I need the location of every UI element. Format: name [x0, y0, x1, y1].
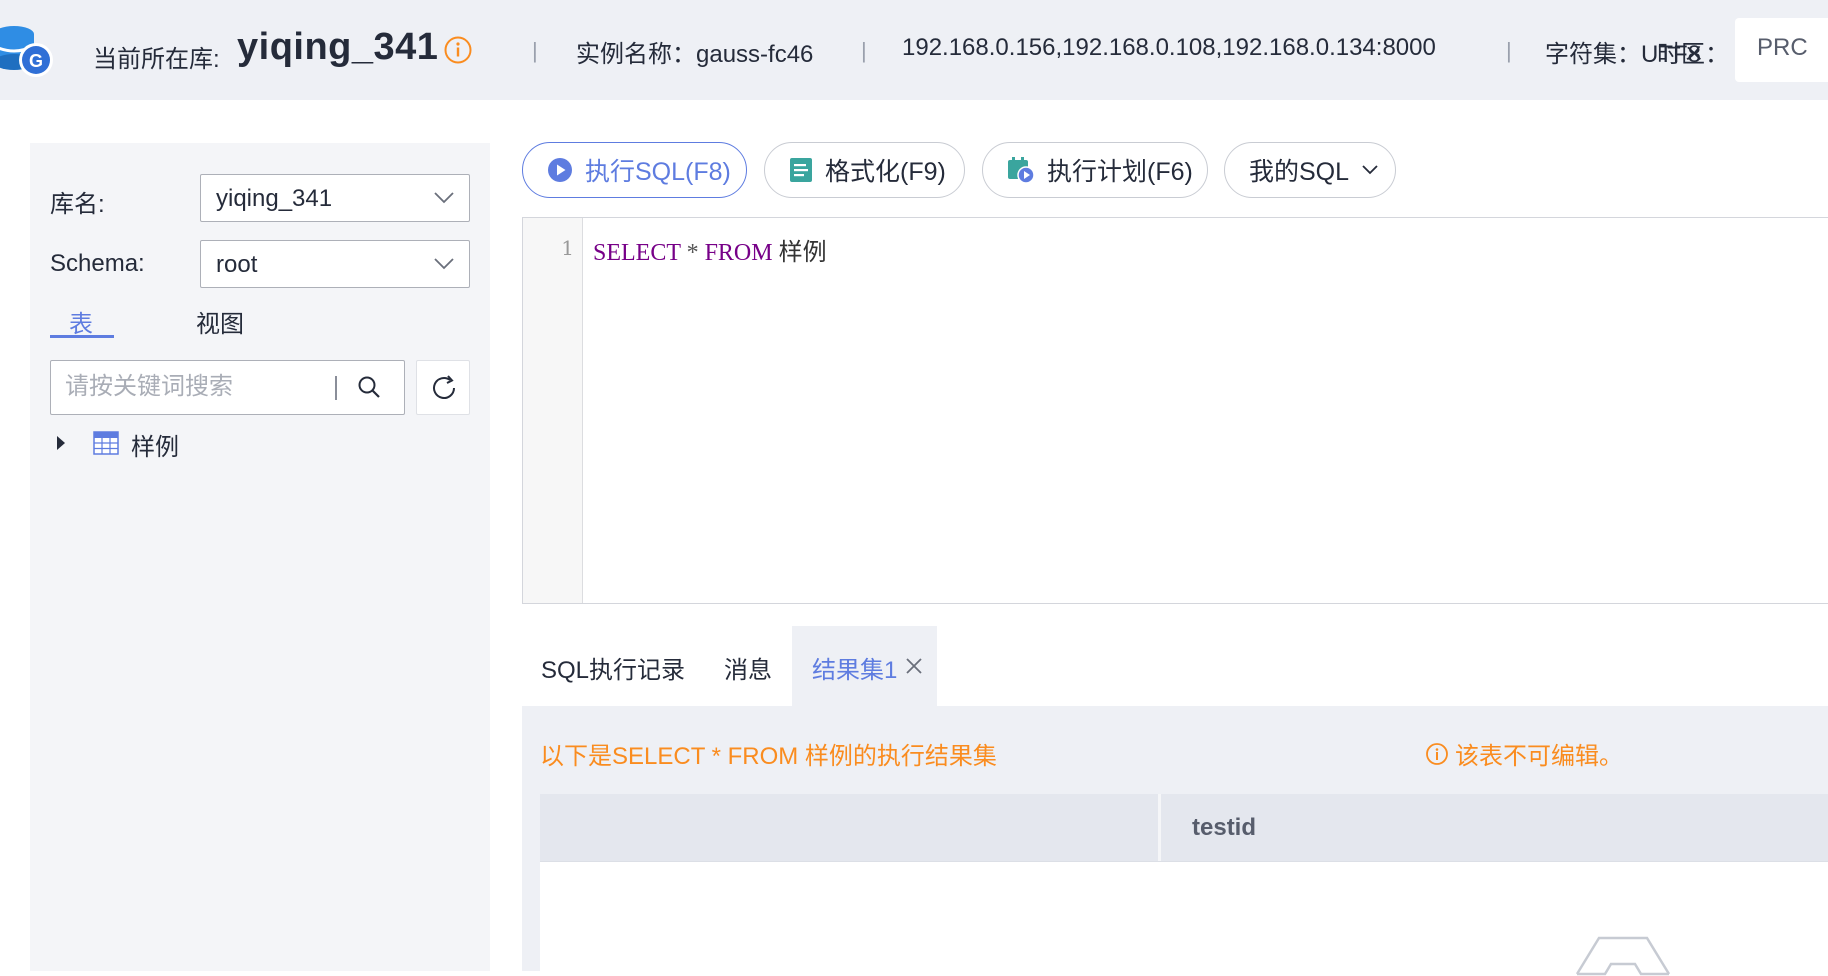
current-db-label: 当前所在库:	[93, 46, 220, 73]
sql-editor[interactable]: 1 SELECT * FROM 样例	[522, 217, 1828, 604]
keyword-from: FROM	[704, 240, 773, 266]
top-header: G 当前所在库: yiqing_341 | 实例名称：gauss-fc46 | …	[0, 0, 1828, 100]
tab-tables[interactable]: 表	[69, 304, 93, 339]
timezone-label: 时区：	[1657, 41, 1729, 68]
search-input[interactable]	[63, 371, 333, 403]
header-separator: |	[532, 38, 538, 63]
result-notice: 以下是SELECT * FROM 样例的执行结果集	[540, 743, 997, 770]
caret-right-icon[interactable]	[55, 435, 67, 451]
schema-label: Schema:	[50, 250, 145, 277]
column-divider[interactable]	[1158, 794, 1161, 861]
column-header-testid[interactable]: testid	[1192, 814, 1256, 842]
search-icon[interactable]	[356, 374, 384, 402]
refresh-icon	[433, 375, 455, 399]
format-button[interactable]: 格式化(F9)	[764, 142, 965, 198]
schema-select-value: root	[216, 251, 258, 278]
format-document-icon	[790, 158, 812, 182]
operator-star: *	[686, 240, 699, 266]
timezone-value: PRC	[1735, 18, 1828, 82]
schema-select[interactable]: root	[200, 240, 470, 288]
current-db-name: yiqing_341	[237, 26, 439, 68]
readonly-notice: 该表不可编辑。	[1425, 736, 1623, 771]
search-divider	[335, 376, 337, 400]
my-sql-label: 我的SQL	[1249, 158, 1350, 186]
gaussdb-logo-icon: G	[0, 26, 53, 77]
tab-result-set-1[interactable]: 结果集1	[812, 650, 897, 685]
instance-name: 实例名称：gauss-fc46	[576, 41, 814, 68]
chevron-down-icon	[434, 258, 454, 270]
line-number: 1	[561, 236, 574, 260]
active-tab-indicator	[50, 335, 114, 338]
chevron-down-icon	[1362, 165, 1378, 175]
instance-hosts: 192.168.0.156,192.168.0.108,192.168.0.13…	[902, 34, 1436, 61]
execute-sql-button[interactable]: 执行SQL(F8)	[522, 142, 747, 198]
empty-data-icon	[1575, 936, 1671, 976]
keyword-select: SELECT	[593, 240, 681, 266]
object-browser-panel: 库名: yiqing_341 Schema: root 表 视图 请按关键词搜索…	[30, 143, 490, 971]
execution-plan-button[interactable]: 执行计划(F6)	[982, 142, 1208, 198]
object-search	[50, 360, 405, 415]
result-grid-header: testid	[540, 794, 1828, 861]
code-line[interactable]: SELECT * FROM 样例	[593, 232, 827, 267]
db-label: 库名:	[50, 191, 105, 218]
my-sql-dropdown[interactable]: 我的SQL	[1224, 142, 1396, 198]
header-separator: |	[861, 38, 867, 63]
tree-item-table[interactable]: 样例	[55, 425, 255, 461]
play-icon	[548, 158, 572, 182]
table-identifier: 样例	[778, 240, 827, 266]
tree-item-label: 样例	[131, 434, 179, 461]
header-separator: |	[1506, 38, 1512, 63]
svg-text:G: G	[29, 51, 43, 71]
editor-gutter: 1	[523, 218, 583, 603]
tab-sql-history[interactable]: SQL执行记录	[541, 650, 685, 685]
execute-sql-label: 执行SQL(F8)	[585, 158, 731, 186]
refresh-button[interactable]	[416, 360, 470, 415]
table-icon	[93, 431, 119, 455]
info-circle-icon[interactable]	[443, 35, 473, 65]
chevron-down-icon	[434, 192, 454, 204]
execution-plan-label: 执行计划(F6)	[1047, 158, 1193, 186]
tab-views[interactable]: 视图	[196, 304, 244, 339]
db-select-value: yiqing_341	[216, 185, 333, 212]
db-select[interactable]: yiqing_341	[200, 174, 470, 222]
close-icon[interactable]	[904, 656, 924, 676]
readonly-notice-text: 该表不可编辑。	[1455, 743, 1623, 770]
format-label: 格式化(F9)	[825, 158, 946, 186]
execution-plan-icon	[1008, 157, 1035, 184]
tab-messages[interactable]: 消息	[724, 650, 772, 685]
info-circle-icon	[1426, 742, 1448, 765]
